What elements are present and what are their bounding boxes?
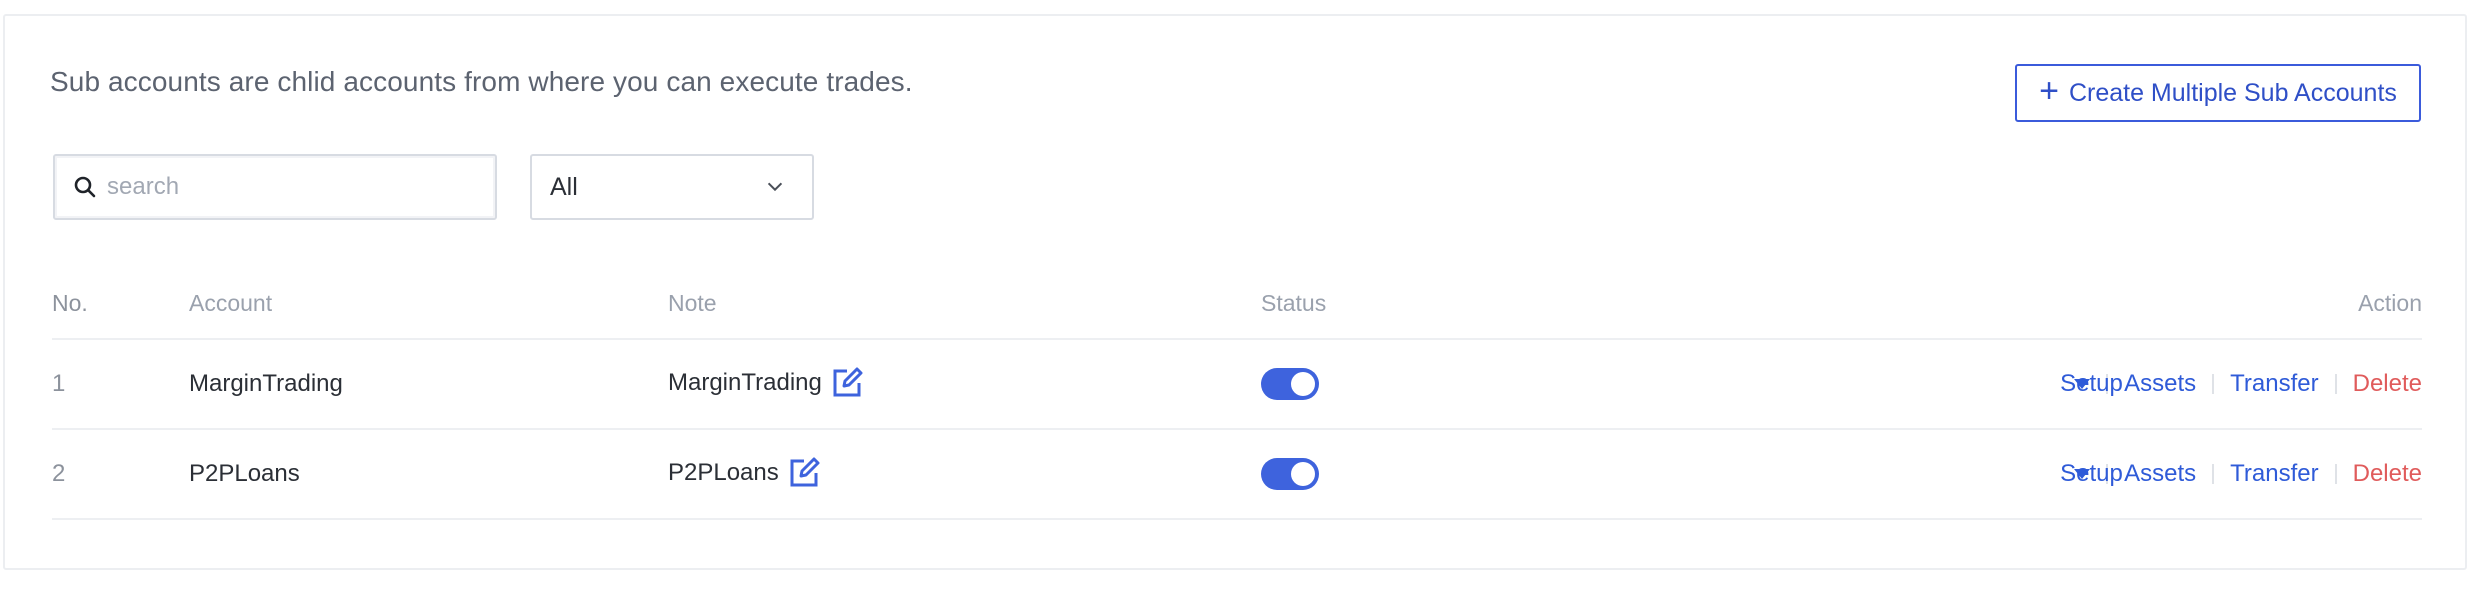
setup-dropdown[interactable]: Setup xyxy=(2060,460,2123,487)
separator xyxy=(2334,374,2337,394)
search-box[interactable] xyxy=(53,154,497,220)
delete-link[interactable]: Delete xyxy=(2353,460,2422,488)
edit-icon[interactable] xyxy=(830,366,864,400)
table-header: No. Account Note Status Action xyxy=(52,268,2422,338)
create-button-label: Create Multiple Sub Accounts xyxy=(2068,78,2397,107)
row-number: 1 xyxy=(52,370,66,397)
header-no: No. xyxy=(52,290,88,316)
row-actions: Setup Assets Transfer Delete xyxy=(2060,370,2422,398)
note-text: MarginTrading xyxy=(668,369,822,396)
row-actions: Setup Assets Transfer Delete xyxy=(2060,460,2422,488)
assets-link[interactable]: Assets xyxy=(2124,370,2196,398)
intro-text: Sub accounts are chlid accounts from whe… xyxy=(50,66,913,97)
filter-select[interactable]: All xyxy=(530,154,814,220)
search-icon xyxy=(74,176,96,198)
status-toggle[interactable] xyxy=(1261,368,1319,400)
separator xyxy=(2212,464,2215,484)
assets-link[interactable]: Assets xyxy=(2124,460,2196,488)
sub-accounts-table: No. Account Note Status Action 1 MarginT… xyxy=(52,268,2422,520)
plus-icon: + xyxy=(2039,72,2059,110)
transfer-link[interactable]: Transfer xyxy=(2230,370,2318,398)
setup-dropdown[interactable]: Setup xyxy=(2060,370,2123,397)
account-name: MarginTrading xyxy=(189,370,343,397)
search-input[interactable] xyxy=(107,173,467,201)
delete-link[interactable]: Delete xyxy=(2353,370,2422,398)
separator xyxy=(2334,464,2337,484)
table-row: 2 P2PLoans P2PLoans Setup Assets Transfe… xyxy=(52,428,2422,518)
table-row: 1 MarginTrading MarginTrading Setup Asse… xyxy=(52,338,2422,428)
note-text: P2PLoans xyxy=(668,459,779,486)
header-status: Status xyxy=(1261,290,1327,316)
status-toggle[interactable] xyxy=(1261,458,1319,490)
transfer-link[interactable]: Transfer xyxy=(2230,460,2318,488)
divider xyxy=(52,518,2422,520)
account-name: P2PLoans xyxy=(189,460,300,487)
note-cell: MarginTrading xyxy=(668,366,864,400)
chevron-down-icon xyxy=(767,182,783,192)
header-account: Account xyxy=(189,290,273,316)
row-number: 2 xyxy=(52,460,66,487)
header-note: Note xyxy=(668,290,717,316)
header-action: Action xyxy=(2358,290,2422,316)
note-cell: P2PLoans xyxy=(668,456,821,490)
filter-selected-value: All xyxy=(550,172,578,201)
separator xyxy=(2212,374,2215,394)
edit-icon[interactable] xyxy=(787,456,821,490)
create-multiple-sub-accounts-button[interactable]: + Create Multiple Sub Accounts xyxy=(2015,64,2421,122)
